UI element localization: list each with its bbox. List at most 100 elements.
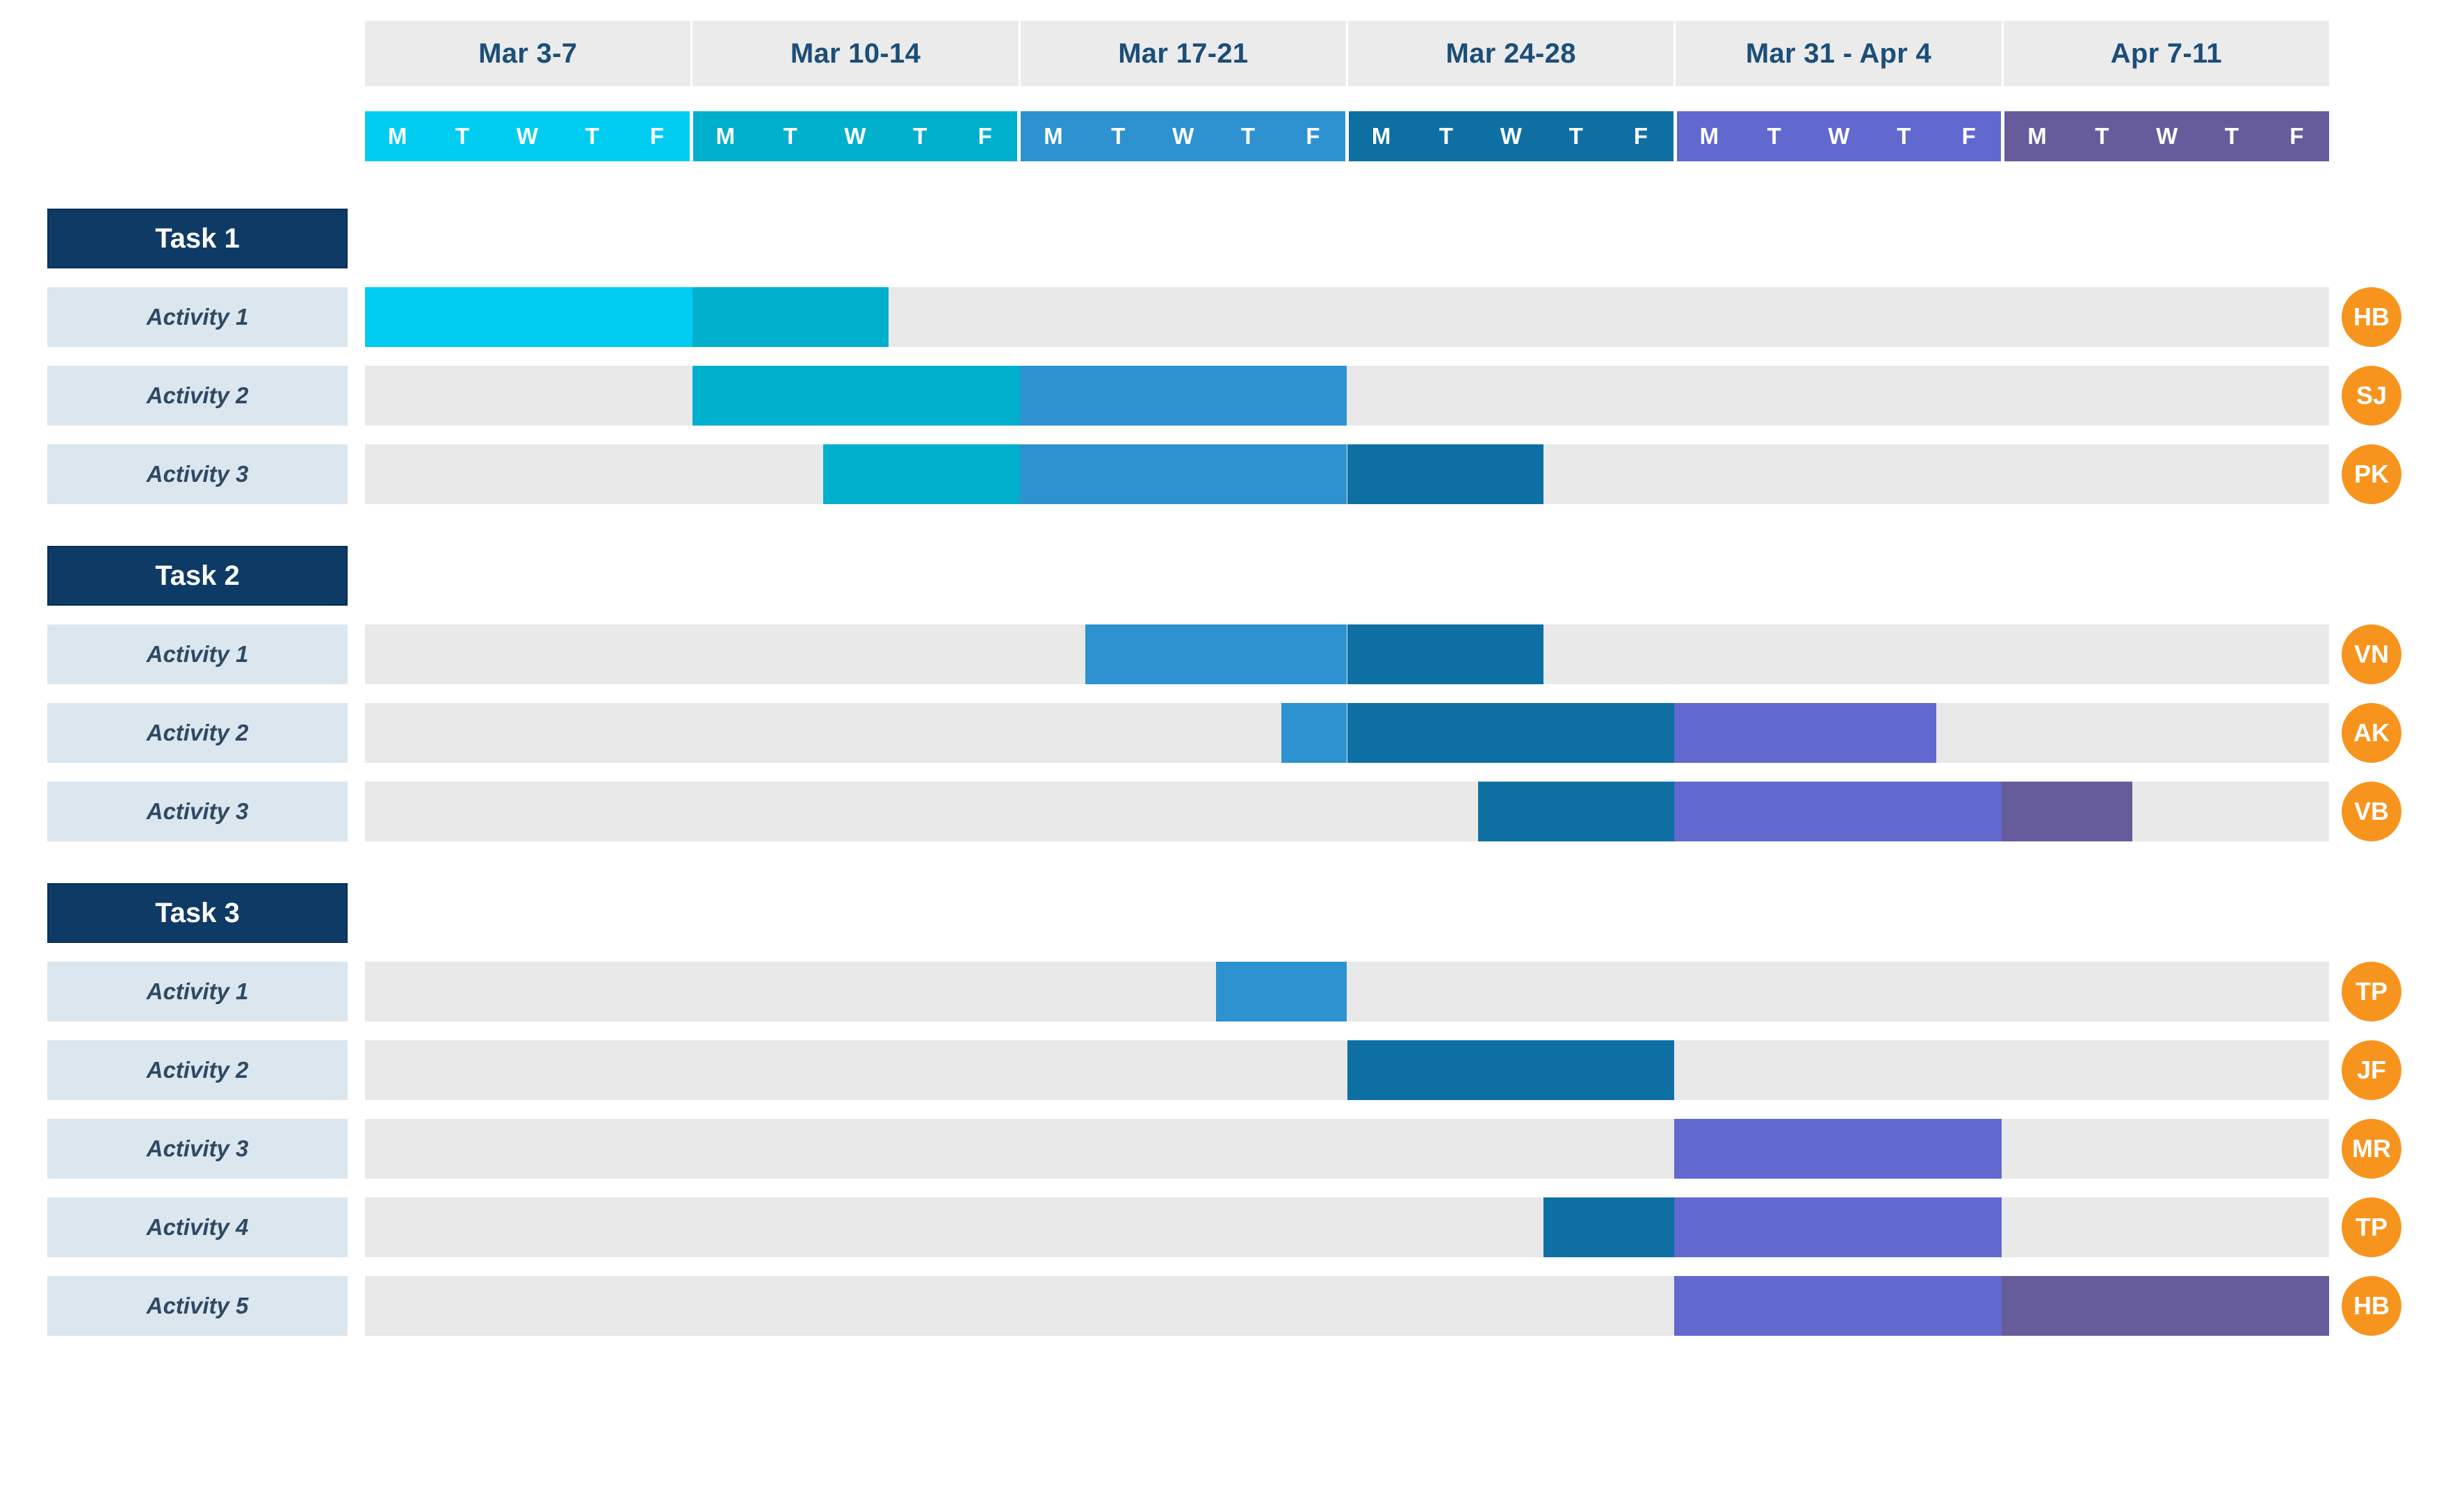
day-cell-3-4: T xyxy=(1240,123,1256,149)
day-cell-4-2: T xyxy=(1438,123,1454,149)
day-cell-2-1: M xyxy=(715,123,736,149)
activity-track xyxy=(365,703,2329,763)
gantt-bar-segment[interactable] xyxy=(692,287,889,347)
activity-label[interactable]: Activity 2 xyxy=(47,703,348,763)
gantt-bar-segment[interactable] xyxy=(365,287,692,347)
owner-avatar[interactable]: SJ xyxy=(2342,366,2401,426)
day-cell-5-4: T xyxy=(1897,123,1911,149)
day-cell-1-1: M xyxy=(387,123,407,149)
day-cell-3-2: T xyxy=(1111,123,1126,149)
day-cell-4-1: M xyxy=(1371,123,1391,149)
day-cell-3-3: W xyxy=(1172,123,1194,149)
gantt-bar-segment[interactable] xyxy=(692,366,1020,426)
gantt-bar-segment[interactable] xyxy=(1347,624,1543,684)
day-cell-4-4: T xyxy=(1569,123,1583,149)
week-header-2: Mar 10-14 xyxy=(692,21,1021,86)
task-group-header[interactable]: Task 2 xyxy=(47,546,348,606)
activity-label[interactable]: Activity 1 xyxy=(47,624,348,684)
gantt-bar-segment[interactable] xyxy=(1281,703,1347,763)
owner-avatar[interactable]: TP xyxy=(2342,1197,2401,1257)
activity-track xyxy=(365,1197,2329,1257)
task-group-header[interactable]: Task 3 xyxy=(47,883,348,943)
week-header-6: Apr 7-11 xyxy=(2003,21,2329,86)
day-cell-4-3: W xyxy=(1500,123,1522,149)
week-days-1: MTWTF xyxy=(365,111,693,161)
gantt-bar-segment[interactable] xyxy=(1347,444,1543,504)
day-header-row: MTWTFMTWTFMTWTFMTWTFMTWTFMTWTF xyxy=(365,111,2330,161)
activity-label[interactable]: Activity 1 xyxy=(47,287,348,347)
gantt-bar-segment[interactable] xyxy=(1477,782,1675,841)
day-cell-6-5: F xyxy=(2289,123,2304,149)
gantt-bar-segment[interactable] xyxy=(1674,1276,2002,1336)
day-cell-5-2: T xyxy=(1767,123,1781,149)
week-days-4: MTWTF xyxy=(1349,111,1677,161)
gantt-bar-segment[interactable] xyxy=(1674,1197,2002,1257)
activity-track xyxy=(365,287,2329,347)
activity-track xyxy=(365,444,2329,504)
activity-label[interactable]: Activity 3 xyxy=(47,1119,348,1179)
task-group-header[interactable]: Task 1 xyxy=(47,209,348,268)
gantt-bar-segment[interactable] xyxy=(1019,366,1347,426)
day-cell-1-2: T xyxy=(455,123,470,149)
activity-label[interactable]: Activity 3 xyxy=(47,444,348,504)
activity-label[interactable]: Activity 5 xyxy=(47,1276,348,1336)
day-cell-4-5: F xyxy=(1633,123,1648,149)
day-cell-2-5: F xyxy=(978,123,992,149)
activity-track xyxy=(365,624,2329,684)
day-cell-6-1: M xyxy=(2027,123,2047,149)
gantt-chart: Mar 3-7 Mar 10-14 Mar 17-21 Mar 24-28 Mar 31… xyxy=(0,0,2464,1502)
activity-label[interactable]: Activity 2 xyxy=(47,1040,348,1100)
gantt-bar-segment[interactable] xyxy=(2002,1276,2329,1336)
week-days-6: MTWTF xyxy=(2004,111,2330,161)
week-header-1: Mar 3-7 xyxy=(365,21,693,86)
gantt-bar-segment[interactable] xyxy=(1674,1119,2002,1179)
day-cell-6-2: T xyxy=(2095,123,2109,149)
owner-avatar[interactable]: MR xyxy=(2342,1119,2401,1179)
day-cell-3-5: F xyxy=(1306,123,1320,149)
owner-avatar[interactable]: VN xyxy=(2342,624,2401,684)
activity-label[interactable]: Activity 4 xyxy=(47,1197,348,1257)
owner-avatar[interactable]: HB xyxy=(2342,287,2401,347)
activity-label[interactable]: Activity 1 xyxy=(47,962,348,1021)
gantt-bar-segment[interactable] xyxy=(1347,703,1675,763)
week-header-row: Mar 3-7 Mar 10-14 Mar 17-21 Mar 24-28 Mar 31… xyxy=(365,21,2329,86)
week-header-3: Mar 17-21 xyxy=(1020,21,1348,86)
day-cell-3-1: M xyxy=(1044,123,1063,149)
activity-track xyxy=(365,962,2329,1021)
gantt-bar-segment[interactable] xyxy=(1085,624,1347,684)
day-cell-6-3: W xyxy=(2156,123,2178,149)
activity-label[interactable]: Activity 3 xyxy=(47,782,348,841)
activity-label[interactable]: Activity 2 xyxy=(47,366,348,426)
gantt-bar-segment[interactable] xyxy=(823,444,1020,504)
owner-avatar[interactable]: HB xyxy=(2342,1276,2401,1336)
gantt-bar-segment[interactable] xyxy=(2002,782,2133,841)
day-cell-1-3: W xyxy=(516,123,538,149)
day-cell-2-2: T xyxy=(783,123,797,149)
week-days-2: MTWTF xyxy=(692,111,1021,161)
day-cell-2-3: W xyxy=(844,123,866,149)
owner-avatar[interactable]: PK xyxy=(2342,444,2401,504)
activity-track xyxy=(365,1040,2329,1100)
gantt-bar-segment[interactable] xyxy=(1674,703,1936,763)
week-header-4: Mar 24-28 xyxy=(1347,21,1676,86)
day-cell-5-3: W xyxy=(1828,123,1850,149)
week-days-3: MTWTF xyxy=(1021,111,1349,161)
gantt-bar-segment[interactable] xyxy=(1674,782,2002,841)
day-cell-5-1: M xyxy=(1699,123,1719,149)
activity-track xyxy=(365,1119,2329,1179)
gantt-bar-segment[interactable] xyxy=(1019,444,1347,504)
owner-avatar[interactable]: AK xyxy=(2342,703,2401,763)
week-header-5: Mar 31 - Apr 4 xyxy=(1676,21,2004,86)
day-cell-6-4: T xyxy=(2224,123,2239,149)
day-cell-5-5: F xyxy=(1961,123,1976,149)
owner-avatar[interactable]: VB xyxy=(2342,782,2401,841)
gantt-bar-segment[interactable] xyxy=(1543,1197,1675,1257)
week-days-5: MTWTF xyxy=(1676,111,2005,161)
owner-avatar[interactable]: TP xyxy=(2342,962,2401,1021)
day-cell-2-4: T xyxy=(913,123,927,149)
activity-track xyxy=(365,1276,2329,1336)
owner-avatar[interactable]: JF xyxy=(2342,1040,2401,1100)
gantt-bar-segment[interactable] xyxy=(1347,1040,1675,1100)
gantt-bar-segment[interactable] xyxy=(1216,962,1347,1021)
activity-track xyxy=(365,366,2329,426)
